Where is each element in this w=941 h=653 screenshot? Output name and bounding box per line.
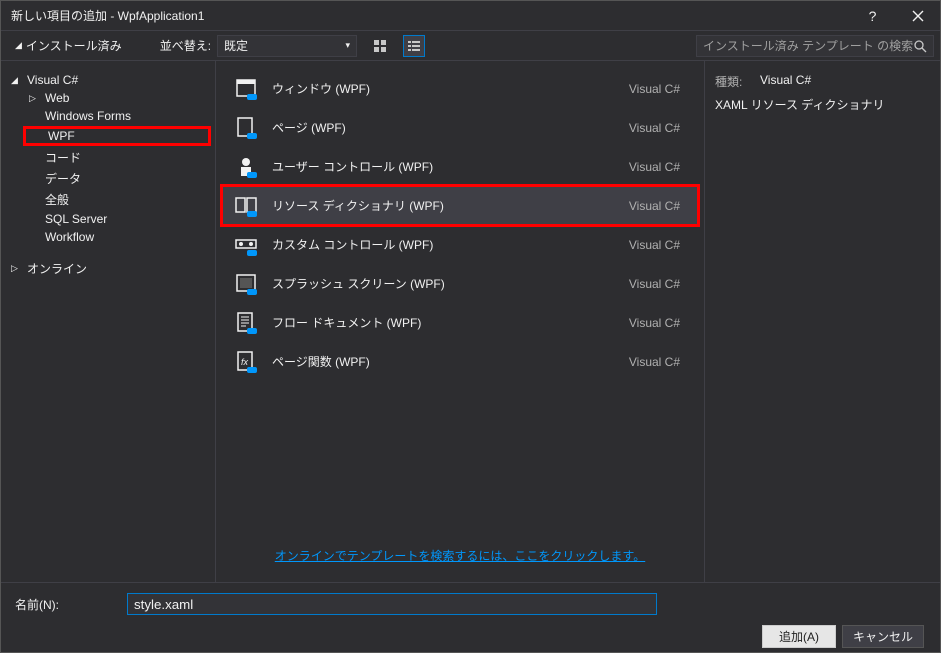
- tree-root-label: Visual C#: [27, 73, 78, 87]
- sidebar: ◢ Visual C# ▷ Web Windows Forms WPF コードデータ全般…: [1, 61, 216, 582]
- detail-panel: 種類: Visual C# XAML リソース ディクショナリ: [705, 61, 940, 582]
- cancel-button[interactable]: キャンセル: [842, 625, 924, 648]
- template-row[interactable]: リソース ディクショナリ (WPF) Visual C#: [222, 186, 698, 225]
- filename-label: 名前(N):: [15, 596, 115, 613]
- template-language: Visual C#: [629, 355, 688, 369]
- template-language: Visual C#: [629, 316, 688, 330]
- large-icons-view-button[interactable]: [369, 35, 391, 57]
- sidebar-item-label: 全般: [45, 191, 69, 208]
- template-name: ページ (WPF): [272, 119, 617, 136]
- installed-tab[interactable]: ◢ インストール済み: [7, 33, 130, 58]
- installed-label: インストール済み: [26, 37, 122, 54]
- details-view-button[interactable]: [403, 35, 425, 57]
- triangle-collapsed-icon: ▷: [11, 263, 23, 274]
- titlebar: 新しい項目の追加 - WpfApplication1 ?: [1, 1, 940, 31]
- sidebar-item-label: コード: [45, 149, 81, 166]
- template-icon: [232, 153, 260, 181]
- tree-online-label: オンライン: [27, 260, 87, 277]
- template-icon: [232, 309, 260, 337]
- template-name: フロー ドキュメント (WPF): [272, 314, 617, 331]
- template-language: Visual C#: [629, 121, 688, 135]
- template-row[interactable]: カスタム コントロール (WPF) Visual C#: [222, 225, 698, 264]
- sidebar-item-label: Web: [45, 91, 69, 105]
- detail-description: XAML リソース ディクショナリ: [715, 96, 930, 113]
- window-title: 新しい項目の追加 - WpfApplication1: [11, 7, 850, 24]
- search-placeholder: インストール済み テンプレート の検索 (Ctrl+E): [703, 37, 913, 54]
- sidebar-item-データ[interactable]: データ: [25, 168, 209, 189]
- chevron-down-icon: ▾: [346, 40, 351, 51]
- search-icon: [913, 39, 927, 53]
- detail-type-label: 種類:: [715, 73, 760, 90]
- sidebar-item-コード[interactable]: コード: [25, 147, 209, 168]
- sidebar-item-web[interactable]: ▷ Web: [25, 89, 209, 107]
- template-name: ページ関数 (WPF): [272, 353, 617, 370]
- template-row[interactable]: ユーザー コントロール (WPF) Visual C#: [222, 147, 698, 186]
- sort-value: 既定: [224, 37, 248, 54]
- footer: 名前(N): 追加(A) キャンセル: [1, 582, 940, 652]
- triangle-collapsed-icon: ▷: [29, 93, 41, 104]
- detail-type-value: Visual C#: [760, 73, 811, 90]
- template-list: ウィンドウ (WPF)Visual C#ページ (WPF)Visual C#ユー…: [222, 69, 698, 537]
- template-icon: [232, 75, 260, 103]
- sidebar-item-label: データ: [45, 170, 81, 187]
- sort-combo[interactable]: 既定 ▾: [217, 35, 357, 57]
- svg-text:fx: fx: [241, 357, 249, 367]
- toolbar: ◢ インストール済み 並べ替え: 既定 ▾ インストール済み テンプレート の検…: [1, 31, 940, 61]
- template-row[interactable]: フロー ドキュメント (WPF) Visual C#: [222, 303, 698, 342]
- sidebar-item-windows-forms[interactable]: Windows Forms: [25, 107, 209, 125]
- template-language: Visual C#: [629, 277, 688, 291]
- template-row[interactable]: スプラッシュ スクリーン (WPF) Visual C#: [222, 264, 698, 303]
- template-icon: fx: [232, 348, 260, 376]
- sidebar-item-label: Windows Forms: [45, 109, 131, 123]
- template-icon: [232, 270, 260, 298]
- template-row[interactable]: ウィンドウ (WPF) Visual C#: [222, 69, 698, 108]
- sidebar-item-label: SQL Server: [45, 212, 107, 226]
- tree-root-visual-csharp[interactable]: ◢ Visual C#: [7, 71, 209, 89]
- template-icon: [232, 231, 260, 259]
- triangle-down-icon: ◢: [15, 40, 22, 51]
- triangle-expanded-icon: ◢: [11, 75, 23, 86]
- template-name: カスタム コントロール (WPF): [272, 236, 617, 253]
- close-button[interactable]: [895, 1, 940, 31]
- template-row[interactable]: fx ページ関数 (WPF) Visual C#: [222, 342, 698, 381]
- template-panel: ウィンドウ (WPF)Visual C#ページ (WPF)Visual C#ユー…: [216, 61, 705, 582]
- sidebar-item-workflow[interactable]: Workflow: [25, 228, 209, 246]
- template-language: Visual C#: [629, 82, 688, 96]
- template-language: Visual C#: [629, 238, 688, 252]
- sidebar-item-label: Workflow: [45, 230, 94, 244]
- template-name: スプラッシュ スクリーン (WPF): [272, 275, 617, 292]
- search-input[interactable]: インストール済み テンプレート の検索 (Ctrl+E): [696, 35, 934, 57]
- template-name: ユーザー コントロール (WPF): [272, 158, 617, 175]
- sidebar-item-label: WPF: [48, 129, 75, 143]
- template-icon: [232, 192, 260, 220]
- online-templates-link-row: オンラインでテンプレートを検索するには、ここをクリックします。: [222, 537, 698, 574]
- help-button[interactable]: ?: [850, 1, 895, 31]
- online-templates-link[interactable]: オンラインでテンプレートを検索するには、ここをクリックします。: [275, 549, 645, 563]
- sidebar-item-wpf[interactable]: WPF: [23, 126, 211, 146]
- filename-input[interactable]: [127, 593, 657, 615]
- template-name: リソース ディクショナリ (WPF): [272, 197, 617, 214]
- template-row[interactable]: ページ (WPF) Visual C#: [222, 108, 698, 147]
- template-name: ウィンドウ (WPF): [272, 80, 617, 97]
- tree-online[interactable]: ▷ オンライン: [7, 258, 209, 279]
- template-icon: [232, 114, 260, 142]
- template-language: Visual C#: [629, 160, 688, 174]
- template-language: Visual C#: [629, 199, 688, 213]
- sidebar-item-全般[interactable]: 全般: [25, 189, 209, 210]
- sort-label: 並べ替え:: [160, 37, 211, 54]
- sidebar-item-sql-server[interactable]: SQL Server: [25, 210, 209, 228]
- add-button[interactable]: 追加(A): [762, 625, 836, 648]
